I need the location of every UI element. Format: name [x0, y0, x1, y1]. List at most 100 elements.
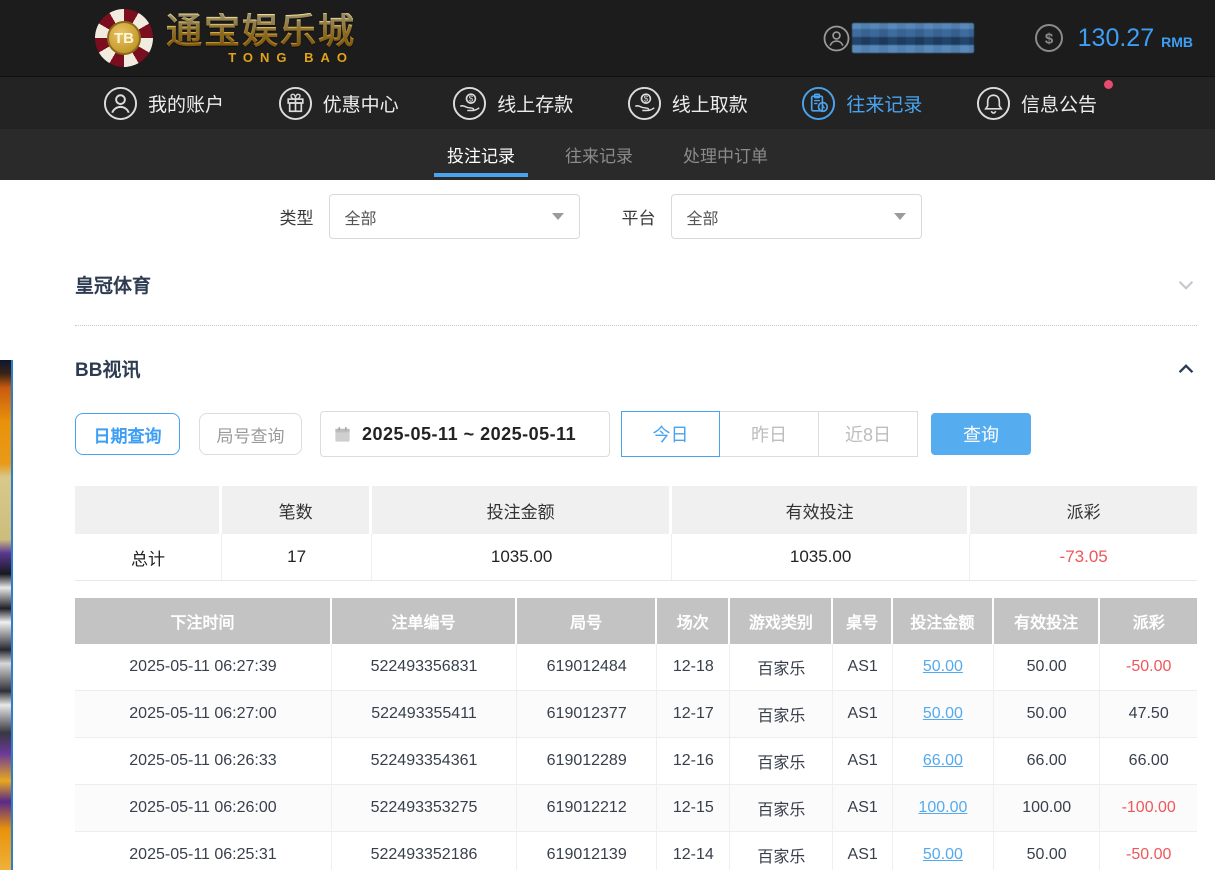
date-query-button[interactable]: 日期查询 [75, 413, 180, 455]
type-select[interactable]: 全部 [329, 194, 580, 239]
bet-table-cell-payout: 66.00 [1100, 738, 1196, 784]
section-bb-video[interactable]: BB视讯 [75, 355, 1197, 382]
user-icon [103, 86, 138, 121]
quick-date-button-1[interactable]: 昨日 [720, 411, 819, 457]
bet-table-cell-session: 12-14 [657, 832, 730, 870]
notification-dot-icon [1104, 80, 1113, 89]
nav-item-1[interactable]: 优惠中心 [278, 86, 399, 121]
bet-table-cell-game-type: 百家乐 [730, 785, 833, 831]
record-tabs: 投注记录往来记录处理中订单 [0, 129, 1215, 180]
bet-table-cell-game-type: 百家乐 [730, 832, 833, 870]
bet-table-cell-time: 2025-05-11 06:26:00 [75, 785, 332, 831]
platform-select-value: 全部 [687, 205, 894, 229]
bet-table-header-order-no: 注单编号 [332, 598, 517, 644]
platform-filter-label: 平台 [622, 204, 656, 229]
bet-table-cell-round-no: 619012289 [517, 738, 657, 784]
main-nav: 我的账户优惠中心$线上存款$线上取款往来记录信息公告 [0, 76, 1215, 129]
section-crown-sports[interactable]: 皇冠体育 [75, 271, 1197, 326]
deposit-icon: $ [452, 86, 487, 121]
date-range-value: 2025-05-11 ~ 2025-05-11 [362, 424, 576, 445]
bet-table-cell-bet-amount[interactable]: 50.00 [893, 832, 994, 870]
table-row: 2025-05-11 06:25:31522493352186619012139… [75, 832, 1197, 870]
summary-header-cell: 投注金额 [372, 486, 672, 534]
table-row: 2025-05-11 06:26:00522493353275619012212… [75, 785, 1197, 832]
bet-table-header-time: 下注时间 [75, 598, 332, 644]
bet-table-cell-session: 12-16 [657, 738, 730, 784]
tab-0[interactable]: 投注记录 [445, 129, 517, 180]
nav-item-0[interactable]: 我的账户 [103, 86, 224, 121]
bet-table-header-valid-bet: 有效投注 [994, 598, 1101, 644]
query-toolbar: 日期查询 局号查询 2025-05-11 ~ 2025-05-11 今日昨日近8… [75, 411, 1197, 457]
date-range-input[interactable]: 2025-05-11 ~ 2025-05-11 [320, 411, 610, 457]
nav-item-label: 信息公告 [1021, 90, 1097, 117]
bet-table-cell-time: 2025-05-11 06:25:31 [75, 832, 332, 870]
bet-table-cell-table-no: AS1 [833, 832, 892, 870]
bet-table-cell-order-no: 522493355411 [332, 691, 517, 737]
bell-icon [976, 86, 1011, 121]
nav-item-label: 往来记录 [846, 90, 922, 117]
bet-table-cell-time: 2025-05-11 06:27:39 [75, 644, 332, 690]
bet-table-cell-payout: 47.50 [1100, 691, 1196, 737]
bet-table-cell-bet-amount[interactable]: 50.00 [893, 691, 994, 737]
bet-table-cell-game-type: 百家乐 [730, 644, 833, 690]
top-header: TB 通宝娱乐城 TONG BAO $ 130.27 RMB [0, 0, 1215, 76]
tab-2[interactable]: 处理中订单 [681, 129, 770, 180]
brand-title: 通宝娱乐城 [166, 13, 356, 49]
nav-item-3[interactable]: $ 线上取款 [627, 86, 748, 121]
summary-table: 笔数投注金额有效投注派彩 总计171035.001035.00-73.05 [75, 486, 1197, 581]
bet-table-header-bet-amount: 投注金额 [893, 598, 994, 644]
nav-item-4[interactable]: 往来记录 [801, 86, 922, 121]
user-avatar-icon [823, 25, 850, 52]
brand-logo[interactable]: TB 通宝娱乐城 TONG BAO [95, 9, 356, 67]
search-button[interactable]: 查询 [931, 413, 1031, 455]
withdraw-icon: $ [627, 86, 662, 121]
bet-table-cell-table-no: AS1 [833, 738, 892, 784]
username-redacted[interactable] [852, 23, 974, 53]
bet-table-cell-payout: -50.00 [1100, 832, 1196, 870]
table-row: 2025-05-11 06:27:00522493355411619012377… [75, 691, 1197, 738]
type-select-value: 全部 [345, 205, 552, 229]
nav-item-label: 线上取款 [672, 90, 748, 117]
chevron-up-icon[interactable] [1175, 358, 1197, 380]
chevron-down-icon[interactable] [1175, 274, 1197, 296]
filter-row: 类型 全部 平台 全部 [0, 180, 1215, 239]
round-query-button[interactable]: 局号查询 [199, 413, 302, 455]
gift-icon [278, 86, 313, 121]
bet-table-cell-payout: -100.00 [1100, 785, 1196, 831]
caret-down-icon [552, 213, 564, 220]
quick-date-button-0[interactable]: 今日 [621, 411, 720, 457]
table-row: 2025-05-11 06:27:39522493356831619012484… [75, 644, 1197, 691]
bet-table-header-row: 下注时间注单编号局号场次游戏类别桌号投注金额有效投注派彩 [75, 598, 1197, 644]
coin-icon: $ [1034, 23, 1064, 53]
bet-table-cell-table-no: AS1 [833, 785, 892, 831]
bet-table-header-round-no: 局号 [517, 598, 657, 644]
svg-text:$: $ [469, 94, 474, 103]
platform-select[interactable]: 全部 [671, 194, 922, 239]
bet-table-cell-round-no: 619012139 [517, 832, 657, 870]
bet-table-cell-game-type: 百家乐 [730, 691, 833, 737]
bet-table-cell-round-no: 619012484 [517, 644, 657, 690]
summary-total-row: 总计171035.001035.00-73.05 [75, 534, 1197, 581]
tab-1[interactable]: 往来记录 [563, 129, 635, 180]
bet-table-cell-session: 12-17 [657, 691, 730, 737]
summary-header-row: 笔数投注金额有效投注派彩 [75, 486, 1197, 534]
bet-table-body: 2025-05-11 06:27:39522493356831619012484… [75, 644, 1197, 870]
svg-text:$: $ [643, 94, 648, 103]
bet-table-cell-bet-amount[interactable]: 50.00 [893, 644, 994, 690]
nav-item-5[interactable]: 信息公告 [976, 86, 1097, 121]
quick-date-button-2[interactable]: 近8日 [819, 411, 918, 457]
section-title: 皇冠体育 [75, 271, 151, 298]
bet-table-cell-valid-bet: 100.00 [994, 785, 1101, 831]
bet-table-cell-bet-amount[interactable]: 66.00 [893, 738, 994, 784]
nav-item-2[interactable]: $线上存款 [452, 86, 573, 121]
bet-table-cell-bet-amount[interactable]: 100.00 [893, 785, 994, 831]
summary-total-cell: -73.05 [970, 534, 1197, 580]
bet-table-cell-session: 12-15 [657, 785, 730, 831]
summary-header-cell: 笔数 [222, 486, 372, 534]
type-filter-label: 类型 [280, 204, 314, 229]
bet-table-cell-order-no: 522493354361 [332, 738, 517, 784]
summary-header-cell: 派彩 [970, 486, 1197, 534]
summary-header-cell: 有效投注 [672, 486, 970, 534]
nav-item-label: 我的账户 [148, 90, 224, 117]
quick-date-group: 今日昨日近8日 [621, 411, 918, 457]
